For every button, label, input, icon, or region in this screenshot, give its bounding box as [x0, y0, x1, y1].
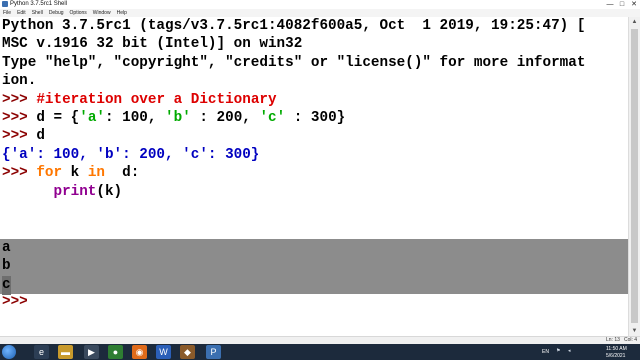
menu-shell[interactable]: Shell	[29, 9, 46, 17]
prompt: >>>	[2, 165, 37, 182]
output-highlight: a b c	[0, 239, 628, 295]
close-button[interactable]: ✕	[628, 0, 640, 9]
output-line: b	[2, 258, 11, 275]
status-bar: Ln: 13 Col: 4	[0, 336, 640, 344]
chrome-icon[interactable]: ●	[108, 345, 123, 359]
media-player-icon[interactable]: ▶	[84, 345, 99, 359]
prompt: >>>	[2, 91, 37, 108]
output-line: a	[2, 240, 11, 256]
menu-bar: File Edit Shell Debug Options Window Hel…	[0, 9, 640, 17]
string-literal: 'c'	[259, 110, 286, 126]
code-text: d	[36, 128, 45, 145]
banner-line: MSC v.1916 32 bit (Intel)] on win32	[2, 36, 303, 53]
builtin-function: print	[53, 183, 97, 200]
clock-time[interactable]: 11:50 AM	[606, 346, 627, 352]
comment-line: >>> #iteration over a Dictionary	[2, 91, 277, 110]
app-icon[interactable]: ◆	[180, 345, 195, 359]
clock-date[interactable]: 5/6/2021	[606, 353, 625, 359]
python-idle-icon[interactable]: P	[206, 345, 221, 359]
menu-file[interactable]: File	[0, 9, 14, 17]
echo-command-line: >>> d	[2, 127, 45, 146]
echo-output-line: {'a': 100, 'b': 200, 'c': 300}	[2, 146, 260, 163]
banner-line: ion.	[2, 73, 37, 90]
title-bar: Python 3.7.5rc1 Shell — □ ✕	[0, 0, 640, 9]
window-controls: — □ ✕	[604, 0, 640, 9]
assign-line: >>> d = {'a': 100, 'b' : 200, 'c' : 300}	[2, 109, 345, 128]
current-prompt-line[interactable]: >>>	[2, 293, 36, 312]
code-text: : 200,	[190, 110, 260, 126]
word-icon[interactable]: W	[156, 345, 171, 359]
code-text: (k)	[96, 183, 123, 200]
code-text: d:	[105, 165, 140, 182]
code-text: : 300}	[285, 110, 346, 126]
python-icon	[2, 1, 8, 7]
menu-window[interactable]: Window	[90, 9, 114, 17]
line-indicator: Ln: 13	[606, 337, 620, 343]
column-indicator: Col: 4	[624, 337, 638, 343]
menu-debug[interactable]: Debug	[46, 9, 67, 17]
print-line: print(k)	[2, 183, 122, 202]
prompt: >>>	[2, 294, 37, 310]
output-line: c	[2, 275, 11, 295]
code-text: k	[62, 165, 88, 182]
code-text: : 100,	[104, 110, 166, 126]
string-literal: 'b'	[165, 110, 191, 126]
banner-line: Type "help", "copyright", "credits" or "…	[2, 54, 586, 71]
comment-text: #iteration over a Dictionary	[36, 91, 277, 108]
string-literal: 'a'	[79, 110, 105, 126]
start-button[interactable]	[2, 345, 16, 359]
ie-icon[interactable]: e	[34, 345, 49, 359]
scroll-down-icon[interactable]: ▼	[629, 326, 640, 336]
menu-options[interactable]: Options	[67, 9, 90, 17]
file-explorer-icon[interactable]: ▬	[58, 345, 73, 359]
code-text: d = {	[36, 110, 80, 126]
volume-icon[interactable]: ◂	[568, 348, 571, 354]
vertical-scrollbar[interactable]: ▲ ▼	[628, 17, 640, 336]
firefox-icon[interactable]: ◉	[132, 345, 147, 359]
for-line: >>> for k in d:	[2, 164, 139, 183]
scroll-up-icon[interactable]: ▲	[629, 17, 640, 27]
banner-line: Python 3.7.5rc1 (tags/v3.7.5rc1:4082f600…	[2, 18, 586, 34]
flag-icon[interactable]: ⚑	[556, 348, 560, 354]
menu-help[interactable]: Help	[114, 9, 130, 17]
taskbar: e ▬ ▶ ● ◉ W ◆ P EN ⚑ ◂ 11:50 AM 5/6/2021	[0, 344, 640, 360]
keyword: in	[87, 165, 105, 182]
window-title: Python 3.7.5rc1 Shell	[10, 1, 68, 7]
scroll-thumb[interactable]	[631, 29, 638, 323]
keyword: for	[36, 165, 63, 182]
minimize-button[interactable]: —	[604, 0, 616, 9]
menu-edit[interactable]: Edit	[14, 9, 29, 17]
shell-text-area[interactable]: Python 3.7.5rc1 (tags/v3.7.5rc1:4082f600…	[0, 17, 628, 336]
prompt: >>>	[2, 128, 37, 145]
prompt: >>>	[2, 110, 37, 126]
maximize-button[interactable]: □	[616, 0, 628, 9]
language-indicator[interactable]: EN	[542, 349, 549, 355]
